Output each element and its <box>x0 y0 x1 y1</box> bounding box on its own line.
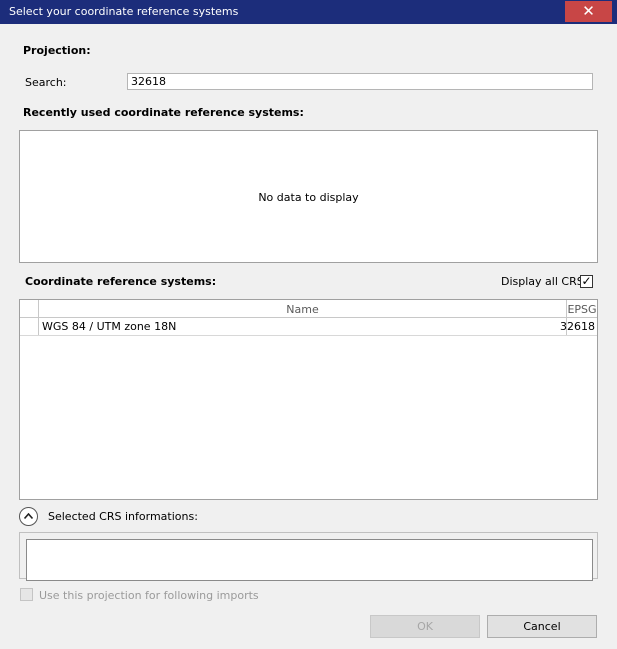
display-all-label: Display all CRS <box>501 275 584 288</box>
row-selector[interactable] <box>20 318 39 335</box>
use-projection-label: Use this projection for following import… <box>39 589 259 602</box>
crs-heading: Coordinate reference systems: <box>25 275 217 288</box>
select-column-header <box>20 300 39 317</box>
column-header-epsg[interactable]: EPSG <box>567 300 597 317</box>
cancel-button[interactable]: Cancel <box>487 615 597 638</box>
close-button[interactable]: ✕ <box>565 1 612 22</box>
recent-heading: Recently used coordinate reference syste… <box>23 106 304 119</box>
projection-heading: Projection: <box>23 44 91 57</box>
close-icon: ✕ <box>582 2 595 20</box>
grid-header: Name EPSG <box>20 300 597 318</box>
cell-epsg-text: 32618 <box>560 320 595 333</box>
search-label: Search: <box>25 76 67 89</box>
recent-crs-list[interactable]: No data to display <box>19 130 598 263</box>
cell-name-text: WGS 84 / UTM zone 18N <box>42 320 177 333</box>
crs-grid[interactable]: Name EPSG WGS 84 / UTM zone 18N 32618 <box>19 299 598 500</box>
use-projection-checkbox[interactable] <box>20 588 33 601</box>
column-header-name[interactable]: Name <box>39 300 567 317</box>
search-input[interactable] <box>127 73 593 90</box>
expand-info-button[interactable] <box>19 507 38 526</box>
window-title: Select your coordinate reference systems <box>9 5 239 18</box>
column-header-name-label: Name <box>286 303 319 316</box>
title-bar: Select your coordinate reference systems… <box>0 0 617 24</box>
checkmark-icon: ✓ <box>581 274 592 288</box>
column-header-epsg-label: EPSG <box>567 303 597 316</box>
selected-info-label: Selected CRS informations: <box>48 510 198 523</box>
cell-name: WGS 84 / UTM zone 18N <box>39 318 567 335</box>
table-row[interactable]: WGS 84 / UTM zone 18N 32618 <box>20 318 597 336</box>
cell-epsg: 32618 <box>560 318 597 335</box>
chevron-up-icon <box>24 513 33 519</box>
info-text-area[interactable] <box>26 539 593 581</box>
info-panel <box>19 532 598 581</box>
ok-button[interactable]: OK <box>370 615 480 638</box>
empty-message: No data to display <box>258 191 359 204</box>
display-all-checkbox[interactable]: ✓ <box>580 275 593 288</box>
